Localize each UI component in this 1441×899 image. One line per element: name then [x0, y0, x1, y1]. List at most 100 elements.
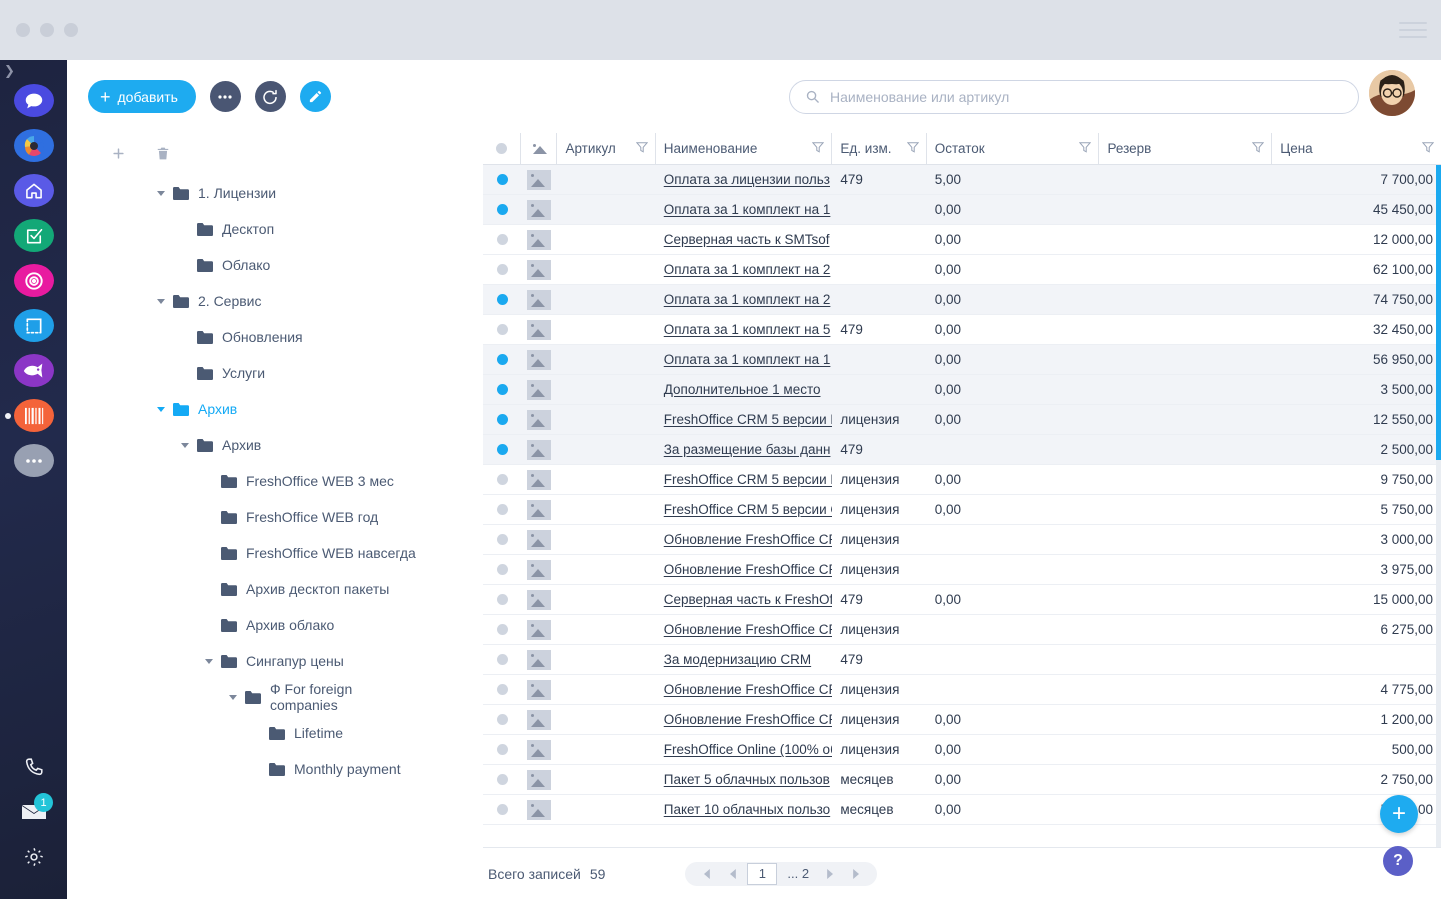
- product-name-link[interactable]: Серверная часть к SMTsof: [664, 232, 830, 247]
- tree-node[interactable]: Обновления: [67, 319, 420, 355]
- row-status-dot[interactable]: [497, 264, 508, 275]
- tree-node[interactable]: Облако: [67, 247, 420, 283]
- tree-node[interactable]: Архив: [67, 391, 420, 427]
- tree-node[interactable]: Ф For foreign companies: [67, 679, 420, 715]
- prev-page-icon[interactable]: [721, 863, 743, 885]
- vertical-scrollbar-thumb[interactable]: [1436, 165, 1441, 460]
- table-row[interactable]: Обновление FreshOffice CRлицензия6 275,0…: [483, 615, 1441, 645]
- row-status-dot[interactable]: [497, 534, 508, 545]
- caret-down-icon[interactable]: [227, 691, 239, 703]
- product-name-link[interactable]: FreshOffice CRM 5 версии P: [664, 472, 833, 487]
- table-row[interactable]: Обновление FreshOffice CRлицензия3 975,0…: [483, 555, 1441, 585]
- rail-item-pie-chart[interactable]: [0, 123, 67, 168]
- hamburger-icon[interactable]: [1399, 22, 1427, 38]
- refresh-button[interactable]: [255, 81, 286, 112]
- filter-icon[interactable]: [1252, 141, 1264, 156]
- product-name-link[interactable]: Оплата за 1 комплект на 2: [664, 262, 831, 277]
- tree-node[interactable]: Monthly payment: [67, 751, 420, 787]
- cell-dot[interactable]: [483, 795, 521, 825]
- tree-node[interactable]: Десктоп: [67, 211, 420, 247]
- add-button[interactable]: + добавить: [88, 80, 196, 113]
- grid-header-price[interactable]: Цена: [1272, 133, 1441, 165]
- window-close-button[interactable]: [16, 23, 30, 37]
- grid-header-art[interactable]: Артикул: [557, 133, 655, 165]
- product-name-link[interactable]: FreshOffice CRM 5 версии C: [664, 502, 833, 517]
- rail-item-scan-crop[interactable]: [0, 303, 67, 348]
- product-name-link[interactable]: За модернизацию CRM: [664, 652, 811, 667]
- row-status-dot[interactable]: [497, 414, 508, 425]
- cell-name[interactable]: За размещение базы данн: [656, 435, 833, 465]
- cell-name[interactable]: FreshOffice Online (100% об: [656, 735, 833, 765]
- tree-node[interactable]: Архив: [67, 427, 420, 463]
- window-minimize-button[interactable]: [40, 23, 54, 37]
- table-row[interactable]: Дополнительное 1 место0,003 500,00: [483, 375, 1441, 405]
- cell-dot[interactable]: [483, 735, 521, 765]
- cell-name[interactable]: Обновление FreshOffice CR: [656, 705, 833, 735]
- row-status-dot[interactable]: [497, 204, 508, 215]
- filter-icon[interactable]: [907, 141, 919, 156]
- row-status-dot[interactable]: [497, 624, 508, 635]
- cell-dot[interactable]: [483, 315, 521, 345]
- product-name-link[interactable]: Серверная часть к FreshOf: [664, 592, 833, 607]
- cell-dot[interactable]: [483, 165, 521, 195]
- product-name-link[interactable]: Оплата за лицензии польз: [664, 172, 830, 187]
- vertical-scrollbar[interactable]: [1436, 165, 1441, 865]
- cell-name[interactable]: Оплата за лицензии польз: [656, 165, 833, 195]
- cell-dot[interactable]: [483, 345, 521, 375]
- cell-dot[interactable]: [483, 285, 521, 315]
- cell-name[interactable]: Оплата за 1 комплект на 2: [656, 255, 833, 285]
- table-row[interactable]: Пакет 10 облачных пользомесяцев0,005 000…: [483, 795, 1441, 825]
- table-row[interactable]: Оплата за 1 комплект на 20,0074 750,00: [483, 285, 1441, 315]
- search-input[interactable]: [789, 80, 1359, 114]
- filter-icon[interactable]: [812, 141, 824, 156]
- row-status-dot[interactable]: [497, 744, 508, 755]
- cell-dot[interactable]: [483, 585, 521, 615]
- cell-dot[interactable]: [483, 435, 521, 465]
- row-status-dot[interactable]: [497, 714, 508, 725]
- product-name-link[interactable]: Обновление FreshOffice CR: [664, 712, 833, 727]
- cell-dot[interactable]: [483, 465, 521, 495]
- caret-down-icon[interactable]: [179, 439, 191, 451]
- window-maximize-button[interactable]: [64, 23, 78, 37]
- row-status-dot[interactable]: [497, 594, 508, 605]
- product-name-link[interactable]: Оплата за 1 комплект на 1: [664, 202, 831, 217]
- tree-node[interactable]: Lifetime: [67, 715, 420, 751]
- product-name-link[interactable]: FreshOffice CRM 5 версии L: [664, 412, 833, 427]
- edit-button[interactable]: [300, 81, 331, 112]
- cell-dot[interactable]: [483, 765, 521, 795]
- table-row[interactable]: Оплата за 1 комплект на 10,0056 950,00: [483, 345, 1441, 375]
- table-row[interactable]: Обновление FreshOffice CRлицензия4 775,0…: [483, 675, 1441, 705]
- rail-item-target[interactable]: [0, 258, 67, 303]
- cell-dot[interactable]: [483, 375, 521, 405]
- cell-dot[interactable]: [483, 255, 521, 285]
- more-pages-link[interactable]: ... 2: [781, 866, 815, 881]
- table-row[interactable]: Серверная часть к SMTsof0,0012 000,00: [483, 225, 1441, 255]
- rail-item-task-check[interactable]: [0, 213, 67, 258]
- row-status-dot[interactable]: [497, 174, 508, 185]
- cell-dot[interactable]: [483, 525, 521, 555]
- table-row[interactable]: Оплата за 1 комплект на 54790,0032 450,0…: [483, 315, 1441, 345]
- tree-node[interactable]: FreshOffice WEB год: [67, 499, 420, 535]
- add-folder-button[interactable]: [111, 146, 126, 161]
- cell-name[interactable]: Обновление FreshOffice CR: [656, 525, 833, 555]
- row-status-dot[interactable]: [497, 294, 508, 305]
- rail-item-chat-bubble[interactable]: [0, 78, 67, 123]
- grid-header-rest[interactable]: Остаток: [927, 133, 1100, 165]
- row-status-dot[interactable]: [497, 354, 508, 365]
- help-button[interactable]: ?: [1383, 846, 1413, 876]
- cell-name[interactable]: Серверная часть к SMTsof: [656, 225, 833, 255]
- tree-node[interactable]: 2. Сервис: [67, 283, 420, 319]
- tree-node[interactable]: Сингапур цены: [67, 643, 420, 679]
- tree-node[interactable]: FreshOffice WEB 3 мес: [67, 463, 420, 499]
- cell-dot[interactable]: [483, 645, 521, 675]
- table-row[interactable]: Обновление FreshOffice CRлицензия0,001 2…: [483, 705, 1441, 735]
- cell-name[interactable]: Оплата за 1 комплект на 1: [656, 195, 833, 225]
- caret-down-icon[interactable]: [203, 655, 215, 667]
- grid-header-res[interactable]: Резерв: [1099, 133, 1272, 165]
- product-name-link[interactable]: Обновление FreshOffice CR: [664, 532, 833, 547]
- row-status-dot[interactable]: [497, 384, 508, 395]
- next-page-icon[interactable]: [819, 863, 841, 885]
- rail-item-more-dots[interactable]: [0, 438, 67, 483]
- row-status-dot[interactable]: [497, 654, 508, 665]
- cell-name[interactable]: За модернизацию CRM: [656, 645, 833, 675]
